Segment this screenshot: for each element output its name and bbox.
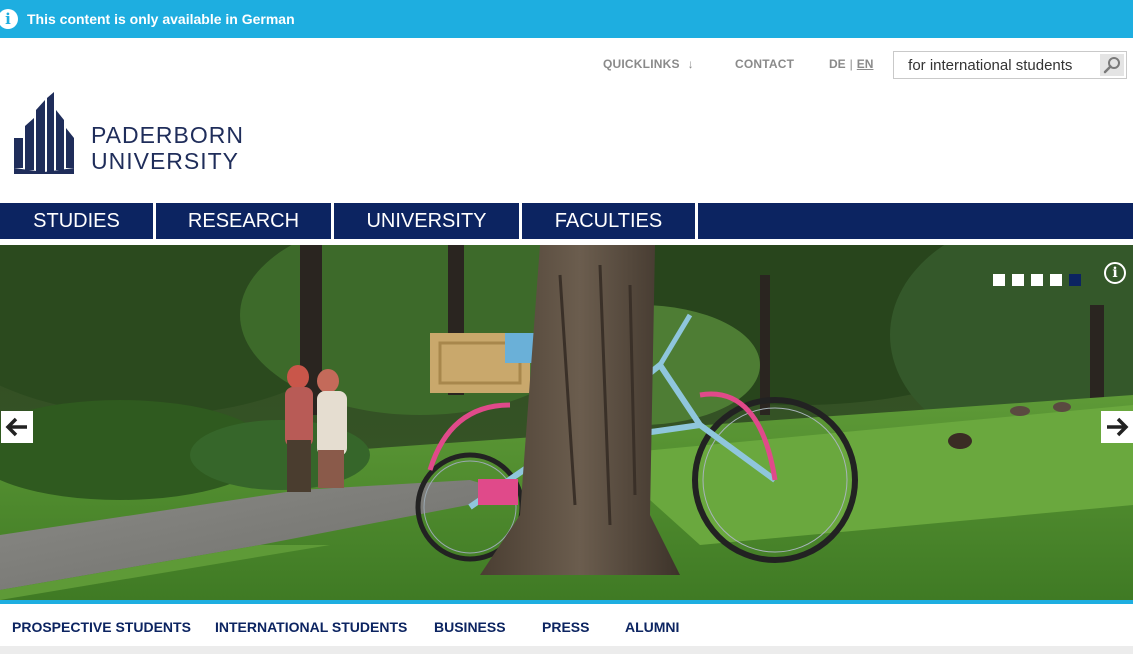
info-banner: i This content is only available in Germ…: [0, 0, 1133, 38]
slider-prev-button[interactable]: [1, 411, 33, 443]
slider-dot[interactable]: [1031, 274, 1043, 286]
subnav-item-prospective-students[interactable]: PROSPECTIVE STUDENTS: [12, 619, 191, 635]
slider-next-button[interactable]: [1101, 411, 1133, 443]
search-button[interactable]: [1100, 54, 1124, 76]
main-navigation: STUDIES RESEARCH UNIVERSITY FACULTIES: [0, 203, 1133, 239]
lang-en-link[interactable]: EN: [857, 57, 874, 71]
arrow-right-icon: [1107, 417, 1129, 437]
lang-de-link[interactable]: DE: [829, 57, 846, 71]
arrow-down-icon: ↓: [687, 57, 694, 71]
park-bicycle-photo: [0, 245, 1133, 600]
language-switcher: DE | EN: [829, 57, 873, 71]
slider-dot-active[interactable]: [1069, 274, 1081, 286]
top-utility-nav: QUICKLINKS ↓ CONTACT DE | EN: [0, 51, 1133, 79]
logo-line-1: PADERBORN: [91, 122, 244, 148]
logo-line-2: UNIVERSITY: [91, 148, 240, 174]
page-content-start: [0, 646, 1133, 654]
info-icon: i: [0, 9, 18, 29]
nav-item-studies[interactable]: STUDIES: [0, 203, 156, 239]
slider-dot[interactable]: [1012, 274, 1024, 286]
search-box: [893, 51, 1127, 79]
subnav-item-international-students[interactable]: INTERNATIONAL STUDENTS: [215, 619, 407, 635]
image-info-icon[interactable]: i: [1104, 262, 1126, 284]
slider-dot[interactable]: [993, 274, 1005, 286]
subnav-item-press[interactable]: PRESS: [542, 619, 589, 635]
subnav-item-business[interactable]: BUSINESS: [434, 619, 506, 635]
logo-wordmark: PADERBORN UNIVERSITY: [91, 122, 244, 174]
slider-pagination: [993, 274, 1081, 286]
quicklinks-menu[interactable]: QUICKLINKS ↓: [603, 57, 694, 71]
nav-item-research[interactable]: RESEARCH: [156, 203, 334, 239]
university-logo[interactable]: PADERBORN UNIVERSITY: [14, 92, 254, 174]
hero-slider: i: [0, 245, 1133, 600]
search-input[interactable]: [894, 52, 1100, 78]
university-emblem-icon: [14, 92, 74, 174]
subnav-item-alumni[interactable]: ALUMNI: [625, 619, 679, 635]
arrow-left-icon: [5, 417, 27, 437]
slider-dot[interactable]: [1050, 274, 1062, 286]
contact-link[interactable]: CONTACT: [735, 57, 794, 71]
audience-navigation: PROSPECTIVE STUDENTS INTERNATIONAL STUDE…: [0, 604, 1133, 646]
nav-item-faculties[interactable]: FACULTIES: [522, 203, 698, 239]
magnifier-icon: [1103, 57, 1120, 74]
lang-separator: |: [849, 57, 853, 71]
quicklinks-label: QUICKLINKS: [603, 57, 680, 71]
nav-item-university[interactable]: UNIVERSITY: [334, 203, 522, 239]
info-banner-text: This content is only available in German: [27, 11, 295, 27]
